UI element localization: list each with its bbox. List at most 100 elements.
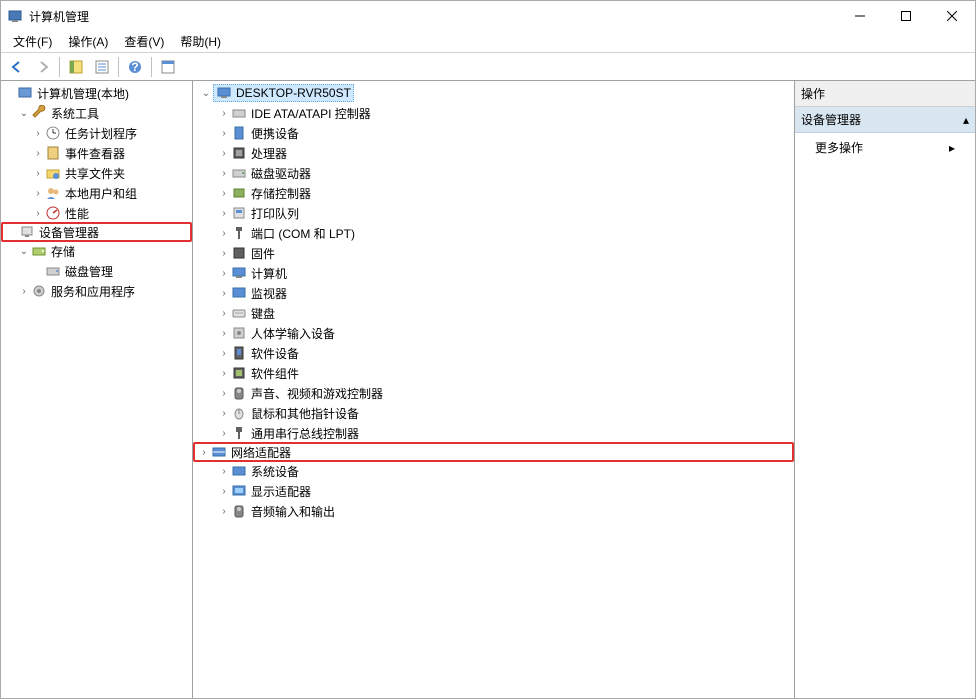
tree-local-users[interactable]: › 本地用户和组 <box>1 183 192 203</box>
chevron-right-icon: › <box>217 188 231 199</box>
device-category[interactable]: ›显示适配器 <box>193 481 794 501</box>
actions-header: 操作 <box>795 81 975 107</box>
chevron-right-icon: › <box>217 208 231 219</box>
chevron-right-icon: › <box>217 168 231 179</box>
chevron-right-icon: › <box>31 208 45 219</box>
chevron-right-icon: › <box>217 408 231 419</box>
tree-task-scheduler[interactable]: › 任务计划程序 <box>1 123 192 143</box>
device-category[interactable]: ›网络适配器 <box>193 442 794 462</box>
wrench-icon <box>31 105 47 121</box>
computer-icon <box>216 85 232 101</box>
help-button[interactable]: ? <box>123 55 147 79</box>
device-label: 网络适配器 <box>231 444 291 461</box>
menu-help[interactable]: 帮助(H) <box>172 31 229 52</box>
tree-label: 性能 <box>65 205 89 222</box>
device-label: 系统设备 <box>251 463 299 480</box>
device-category[interactable]: ›软件设备 <box>193 343 794 363</box>
back-button[interactable] <box>5 55 29 79</box>
tree-label: 事件查看器 <box>65 145 125 162</box>
tree-shared-folders[interactable]: › 共享文件夹 <box>1 163 192 183</box>
device-category[interactable]: ›系统设备 <box>193 461 794 481</box>
firmware-icon <box>231 245 247 261</box>
titlebar: 计算机管理 <box>1 1 975 31</box>
device-label: 监视器 <box>251 285 287 302</box>
device-category[interactable]: › 鼠标和其他指针设备 <box>193 403 794 423</box>
tree-system-tools[interactable]: ⌄ 系统工具 <box>1 103 192 123</box>
chevron-right-icon: › <box>217 506 231 517</box>
device-category[interactable]: ›音频输入和输出 <box>193 501 794 521</box>
menu-action[interactable]: 操作(A) <box>60 31 116 52</box>
device-category[interactable]: ›IDE ATA/ATAPI 控制器 <box>193 103 794 123</box>
device-label: 计算机 <box>251 265 287 282</box>
minimize-button[interactable] <box>837 1 883 31</box>
device-label: 打印队列 <box>251 205 299 222</box>
storage-icon <box>31 243 47 259</box>
device-category[interactable]: ›人体学输入设备 <box>193 323 794 343</box>
chevron-right-icon: › <box>31 128 45 139</box>
properties-button[interactable] <box>90 55 114 79</box>
menu-file[interactable]: 文件(F) <box>5 31 60 52</box>
chevron-right-icon: › <box>31 148 45 159</box>
device-label: 软件设备 <box>251 345 299 362</box>
hid-icon <box>231 325 247 341</box>
tree-label: 存储 <box>51 243 75 260</box>
maximize-button[interactable] <box>883 1 929 31</box>
chevron-down-icon: ⌄ <box>199 88 213 99</box>
chevron-down-icon: ⌄ <box>17 108 31 119</box>
chevron-right-icon: › <box>217 148 231 159</box>
device-category[interactable]: ›便携设备 <box>193 123 794 143</box>
chevron-right-icon: › <box>17 286 31 297</box>
device-category[interactable]: ›软件组件 <box>193 363 794 383</box>
tree-event-viewer[interactable]: › 事件查看器 <box>1 143 192 163</box>
storage-controller-icon <box>231 185 247 201</box>
device-category[interactable]: ›键盘 <box>193 303 794 323</box>
tree-storage[interactable]: ⌄ 存储 <box>1 241 192 261</box>
device-category[interactable]: ›端口 (COM 和 LPT) <box>193 223 794 243</box>
chevron-down-icon: ⌄ <box>17 246 31 257</box>
device-label: 软件组件 <box>251 365 299 382</box>
clock-icon <box>45 125 61 141</box>
actions-pane: 操作 设备管理器 ▴ 更多操作 ▸ <box>795 81 975 698</box>
device-label: 便携设备 <box>251 125 299 142</box>
device-label: 通用串行总线控制器 <box>251 425 359 442</box>
ide-icon <box>231 105 247 121</box>
tree-label: 系统工具 <box>51 105 99 122</box>
tree-disk-management[interactable]: 磁盘管理 <box>1 261 192 281</box>
close-button[interactable] <box>929 1 975 31</box>
body: 计算机管理(本地) ⌄ 系统工具 › 任务计划程序 › 事件查看器 › 共享文件… <box>1 81 975 698</box>
device-category[interactable]: ›声音、视频和游戏控制器 <box>193 383 794 403</box>
more-actions[interactable]: 更多操作 ▸ <box>795 133 975 162</box>
device-category[interactable]: ›固件 <box>193 243 794 263</box>
chevron-right-icon: › <box>31 188 45 199</box>
device-category[interactable]: ›通用串行总线控制器 <box>193 423 794 443</box>
svg-text:?: ? <box>131 60 138 74</box>
tree-label: 服务和应用程序 <box>51 283 135 300</box>
device-computer-root[interactable]: ⌄ DESKTOP-RVR50ST <box>193 83 794 103</box>
menu-view[interactable]: 查看(V) <box>116 31 172 52</box>
device-label: 鼠标和其他指针设备 <box>251 405 359 422</box>
forward-button[interactable] <box>31 55 55 79</box>
toolbar: ? <box>1 53 975 81</box>
device-label: 声音、视频和游戏控制器 <box>251 385 383 402</box>
show-hide-tree-button[interactable] <box>64 55 88 79</box>
device-category[interactable]: ›处理器 <box>193 143 794 163</box>
device-category[interactable]: ›磁盘驱动器 <box>193 163 794 183</box>
tree-performance[interactable]: › 性能 <box>1 203 192 223</box>
device-label: IDE ATA/ATAPI 控制器 <box>251 105 371 122</box>
device-category[interactable]: › 打印队列 <box>193 203 794 223</box>
tree-root[interactable]: 计算机管理(本地) <box>1 83 192 103</box>
collapse-arrow-icon: ▴ <box>963 113 969 127</box>
tree-device-manager[interactable]: 设备管理器 <box>1 222 192 242</box>
device-manager-icon <box>19 224 35 240</box>
actions-section[interactable]: 设备管理器 ▴ <box>795 107 975 133</box>
tree-label: 任务计划程序 <box>65 125 137 142</box>
arrow-right-icon: ▸ <box>949 141 955 155</box>
device-category[interactable]: ›监视器 <box>193 283 794 303</box>
view-button[interactable] <box>156 55 180 79</box>
device-category[interactable]: ›存储控制器 <box>193 183 794 203</box>
tree-services-apps[interactable]: › 服务和应用程序 <box>1 281 192 301</box>
network-adapter-icon <box>211 444 227 460</box>
device-label: DESKTOP-RVR50ST <box>236 86 351 100</box>
device-category[interactable]: ›计算机 <box>193 263 794 283</box>
performance-icon <box>45 205 61 221</box>
